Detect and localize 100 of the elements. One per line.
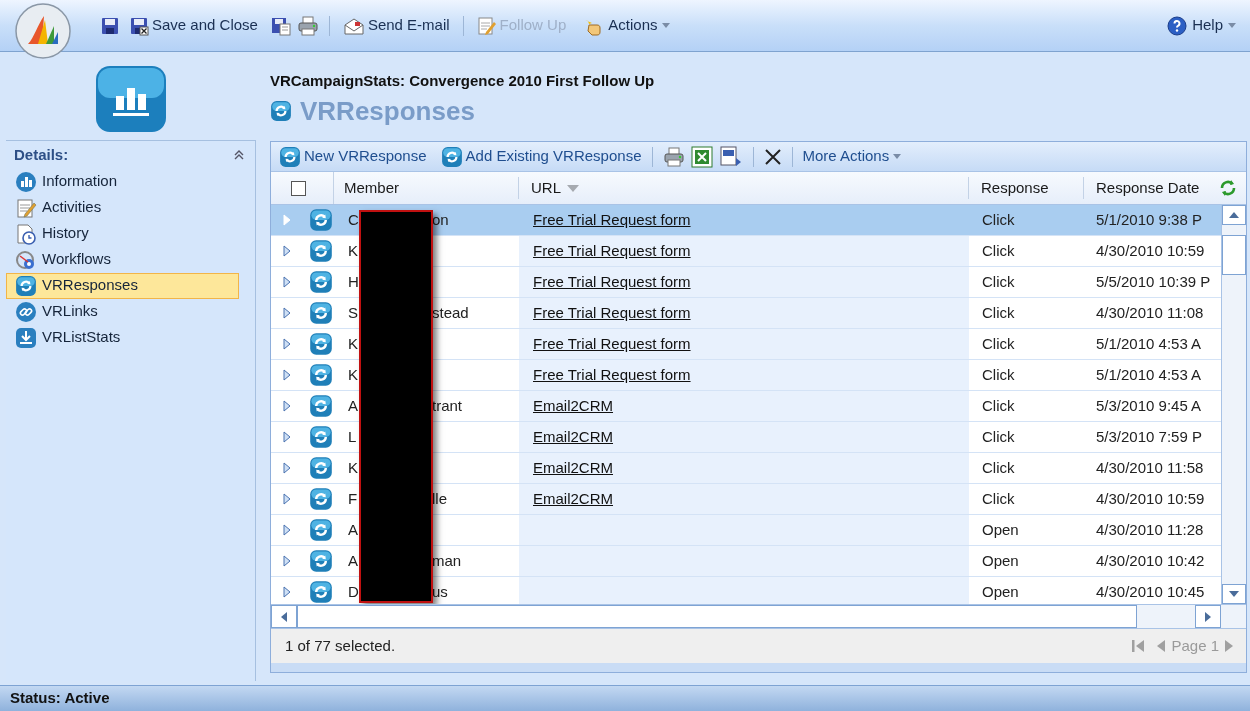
table-cell-text: Click <box>981 209 1016 230</box>
member-name: A <box>348 519 358 540</box>
table-row[interactable]: C on Free Trial Request form Click 5/1/2010 9:38 P <box>271 205 1221 236</box>
table-row[interactable]: S stead Free Trial Request form Click 4/30/2010 11:08 <box>271 298 1221 329</box>
record-icon <box>309 549 333 573</box>
notepad-icon <box>476 15 497 36</box>
expand-arrow-icon[interactable] <box>283 462 291 474</box>
table-row[interactable]: K Free Trial Request form Click 4/30/2010 10:59 <box>271 236 1221 267</box>
table-row[interactable]: F lle Email2CRM Click 4/30/2010 10:59 <box>271 484 1221 515</box>
member-name: stead <box>432 302 469 323</box>
sidebar-item[interactable]: VRResponses <box>6 272 239 299</box>
scroll-down-icon[interactable] <box>1229 591 1239 597</box>
table-cell-text: Click <box>981 302 1016 323</box>
vertical-scrollbar[interactable] <box>1221 205 1246 604</box>
expand-arrow-icon[interactable] <box>283 276 291 288</box>
expand-arrow-icon[interactable] <box>283 338 291 350</box>
document-export-icon[interactable] <box>718 145 743 168</box>
table-cell-text: 5/3/2010 9:45 A <box>1095 395 1203 416</box>
member-name: man <box>432 550 462 571</box>
app-logo-icon[interactable] <box>14 1 72 60</box>
collapse-icon[interactable] <box>233 149 245 162</box>
expand-arrow-icon[interactable] <box>283 431 291 443</box>
table-cell-text: 4/30/2010 11:08 <box>1095 302 1205 323</box>
table-cell-text: 4/30/2010 11:28 <box>1095 519 1205 540</box>
horizontal-scrollbar[interactable] <box>271 604 1246 628</box>
record-icon <box>309 518 333 542</box>
print-icon[interactable] <box>296 15 319 36</box>
table-cell-text: 4/30/2010 10:59 <box>1095 488 1206 509</box>
member-name: F <box>348 488 358 509</box>
expand-arrow-icon[interactable] <box>283 400 291 412</box>
expand-arrow-icon[interactable] <box>283 307 291 319</box>
record-icon <box>309 301 333 325</box>
record-icon <box>309 208 333 232</box>
scroll-up-icon[interactable] <box>1229 212 1239 218</box>
help-menu[interactable]: Help <box>1167 14 1236 37</box>
save-icon[interactable] <box>100 15 120 36</box>
page-number: Page 1 <box>1171 635 1219 656</box>
sidebar-item[interactable]: Activities <box>6 194 239 221</box>
column-header[interactable]: URL <box>531 176 561 200</box>
select-all-checkbox[interactable] <box>291 180 306 196</box>
url-link[interactable]: Email2CRM <box>533 425 613 449</box>
next-page-icon[interactable] <box>1225 639 1234 653</box>
table-cell-text: 5/1/2010 4:53 A <box>1095 364 1203 385</box>
new-vrresponse-button[interactable]: New VRResponse <box>279 145 427 168</box>
caret-icon <box>893 154 902 159</box>
table-row[interactable]: H Free Trial Request form Click 5/5/2010 10:39 P <box>271 267 1221 298</box>
table-cell-text: 5/3/2010 7:59 P <box>1095 426 1203 447</box>
table-cell-text: 4/30/2010 10:42 <box>1095 550 1206 571</box>
url-link[interactable]: Email2CRM <box>533 394 613 418</box>
refresh-icon <box>440 145 463 168</box>
spreadsheet-icon[interactable] <box>690 145 713 168</box>
table-cell-text: Click <box>981 395 1016 416</box>
column-header[interactable]: Response Date <box>1084 176 1209 200</box>
url-link[interactable]: Email2CRM <box>533 456 613 480</box>
url-link[interactable]: Email2CRM <box>533 487 613 511</box>
table-cell-text: Click <box>981 426 1016 447</box>
sidebar-item[interactable]: Information <box>6 168 239 195</box>
save-close-icon[interactable] <box>129 15 149 36</box>
expand-arrow-icon[interactable] <box>283 524 291 536</box>
sidebar-item[interactable]: VRListStats <box>6 324 239 351</box>
table-row[interactable]: L Email2CRM Click 5/3/2010 7:59 P <box>271 422 1221 453</box>
table-cell-text: 5/5/2010 10:39 P <box>1095 271 1212 292</box>
sidebar-item[interactable]: VRLinks <box>6 298 239 325</box>
sidebar-item[interactable]: Workflows <box>6 246 239 273</box>
scroll-thumb[interactable] <box>1222 234 1246 275</box>
refresh-icon <box>279 145 301 168</box>
scroll-thumb[interactable] <box>297 605 1137 628</box>
send-email-button[interactable]: Send E-mail <box>339 14 453 37</box>
save-and-close-button[interactable]: Save and Close <box>126 14 261 37</box>
expand-arrow-icon[interactable] <box>283 493 291 505</box>
url-link[interactable]: Free Trial Request form <box>533 208 691 232</box>
save-new-icon[interactable] <box>270 15 291 36</box>
record-icon <box>309 363 333 387</box>
sort-arrow-icon <box>567 184 579 192</box>
column-header[interactable]: Member <box>334 176 519 200</box>
table-row[interactable]: K Free Trial Request form Click 5/1/2010 4:53 A <box>271 329 1221 360</box>
more-actions-menu[interactable]: More Actions <box>802 145 902 168</box>
scroll-right-icon[interactable] <box>1205 611 1211 622</box>
table-row[interactable]: K Free Trial Request form Click 5/1/2010 4:53 A <box>271 360 1221 391</box>
expand-arrow-icon[interactable] <box>283 245 291 257</box>
expand-arrow-icon[interactable] <box>283 555 291 567</box>
first-page-icon[interactable] <box>1132 639 1145 653</box>
refresh-icon[interactable] <box>1219 179 1237 197</box>
previous-page-icon[interactable] <box>1156 639 1166 653</box>
member-name: on <box>432 209 449 230</box>
table-row[interactable]: K Email2CRM Click 4/30/2010 11:58 <box>271 453 1221 484</box>
table-row[interactable]: A Open 4/30/2010 11:28 <box>271 515 1221 546</box>
actions-menu[interactable]: Actions <box>579 14 673 37</box>
add-existing-button[interactable]: Add Existing VRResponse <box>440 145 642 168</box>
sidebar-item[interactable]: History <box>6 220 239 247</box>
record-icon <box>309 332 333 356</box>
scroll-left-icon[interactable] <box>281 611 287 622</box>
table-row[interactable]: A man Open 4/30/2010 10:42 <box>271 546 1221 577</box>
expand-arrow-icon[interactable] <box>283 369 291 381</box>
expand-arrow-icon[interactable] <box>283 586 291 598</box>
delete-icon[interactable] <box>763 147 782 166</box>
chart-icon <box>15 170 37 193</box>
column-header[interactable]: Response <box>969 176 1084 200</box>
print-icon[interactable] <box>662 146 685 167</box>
table-row[interactable]: A trant Email2CRM Click 5/3/2010 9:45 A <box>271 391 1221 422</box>
